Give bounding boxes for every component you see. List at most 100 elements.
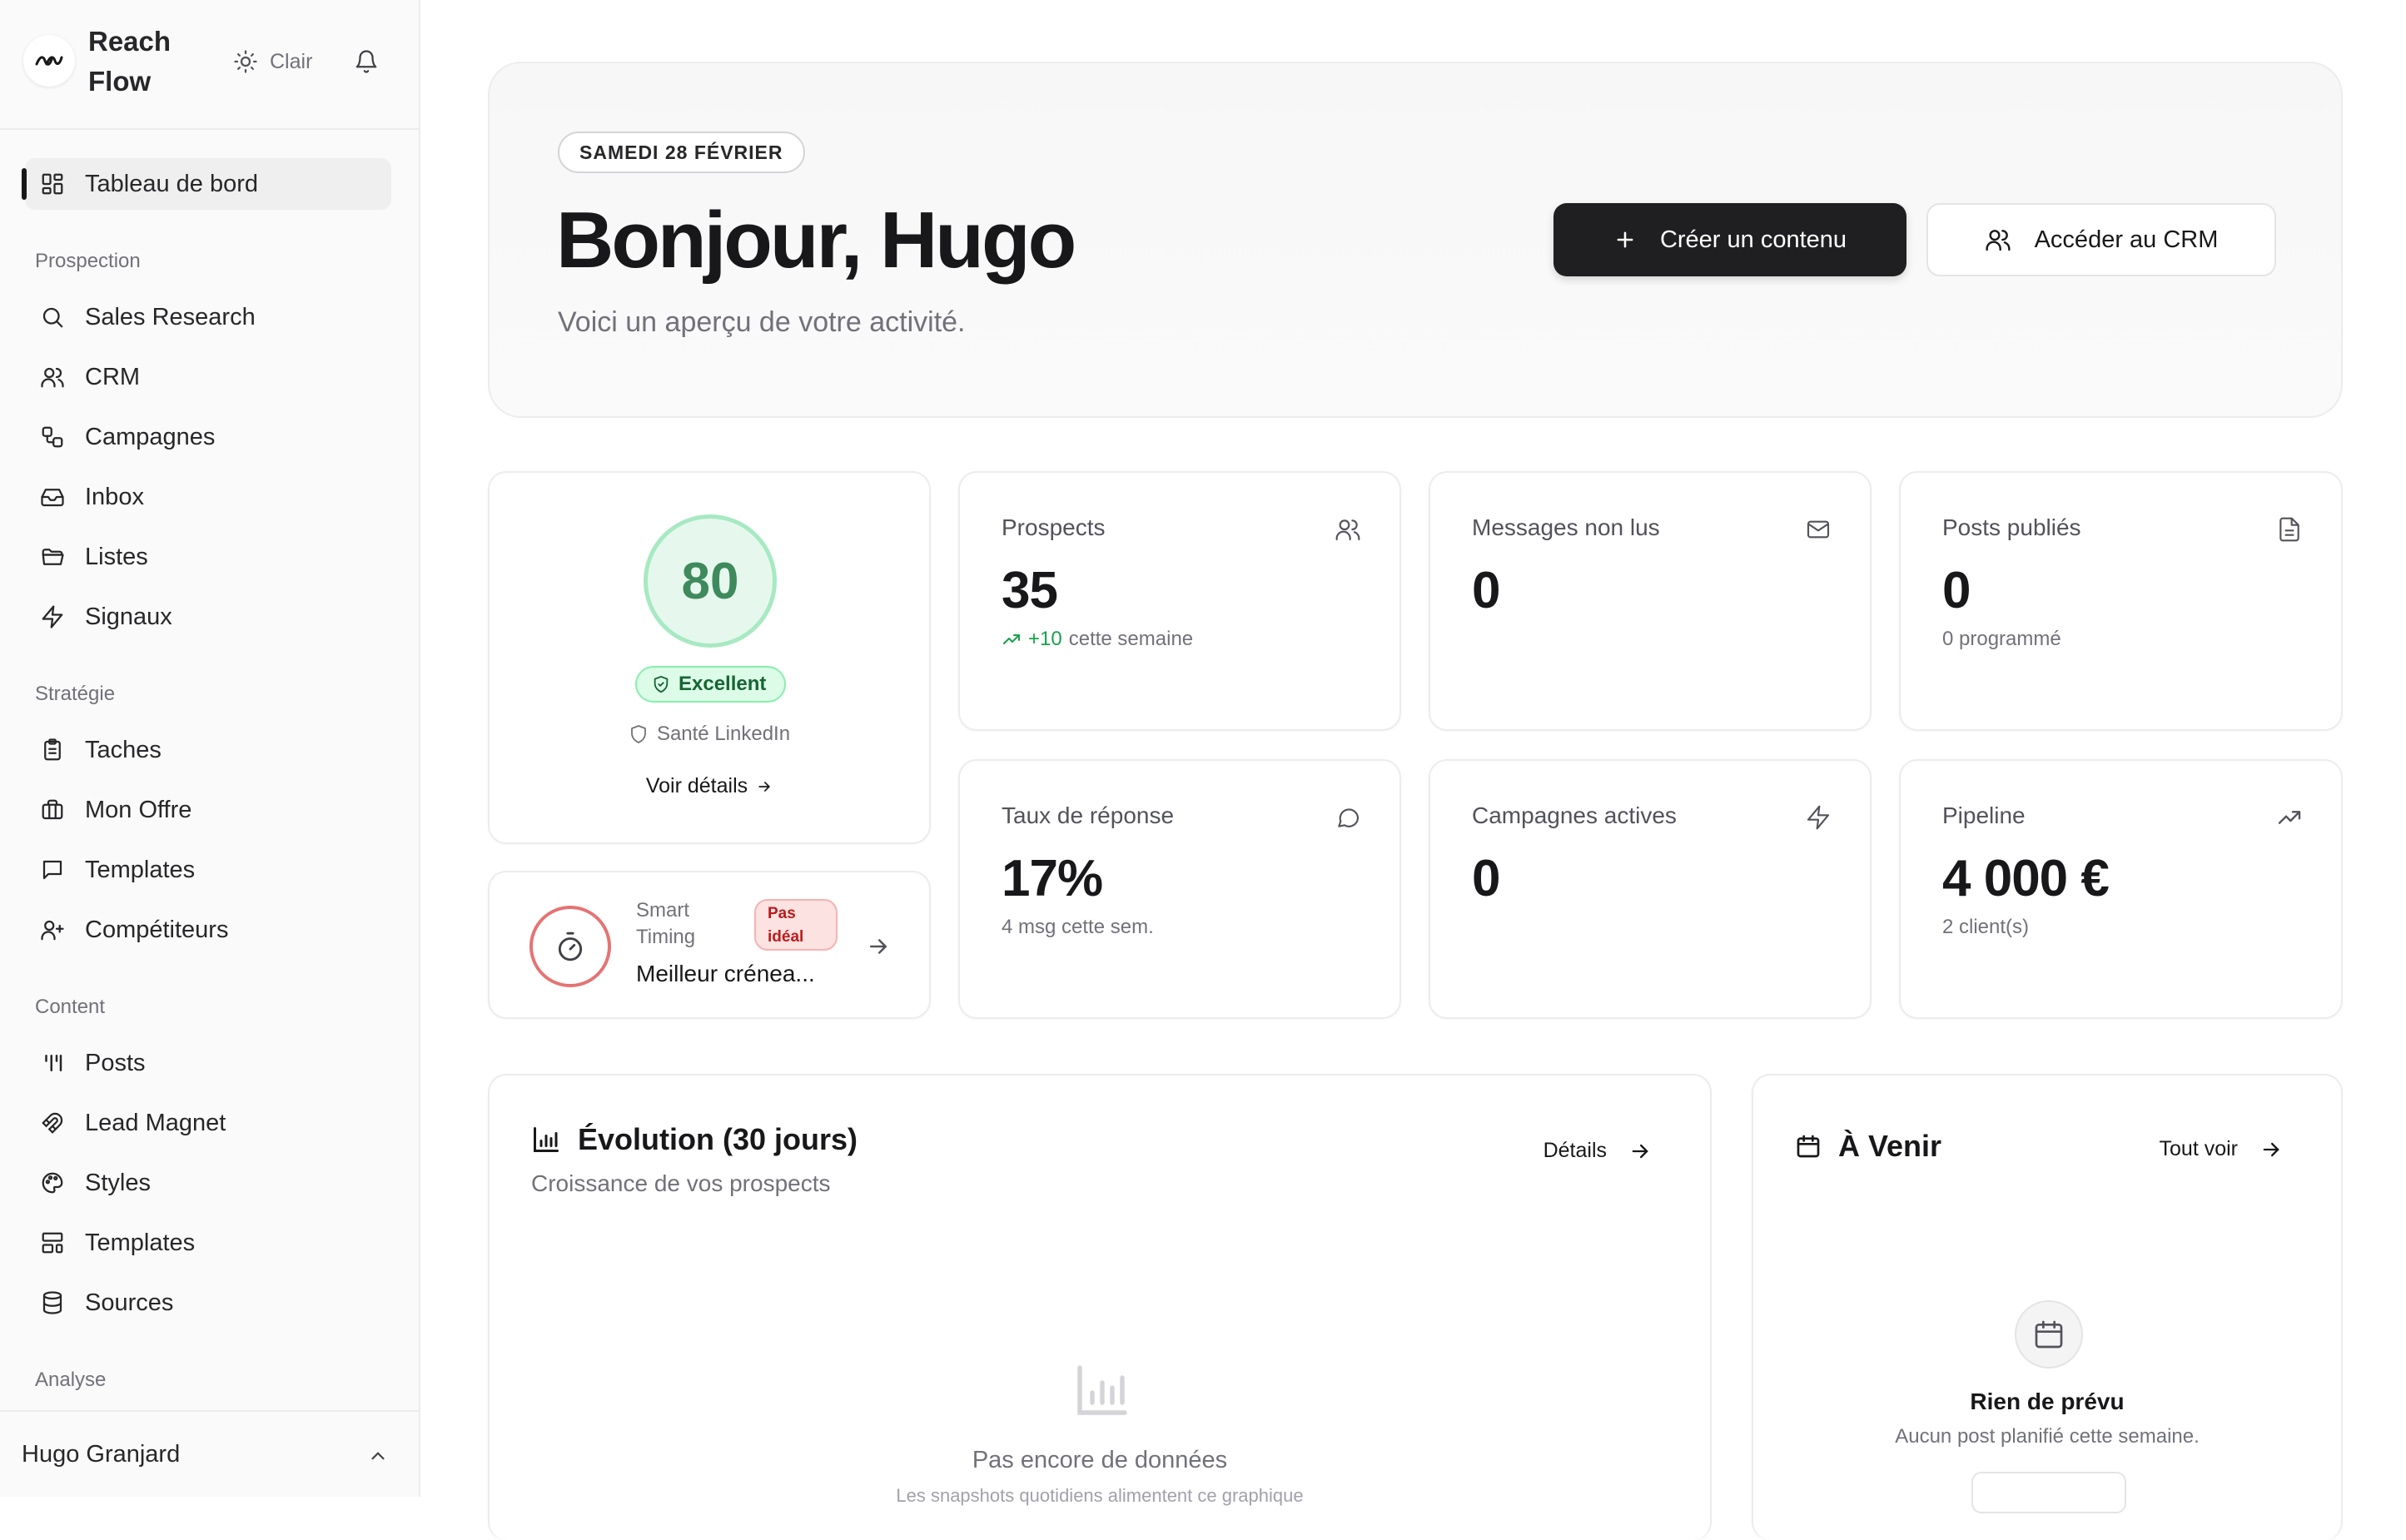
sidebar-item-label: Sources: [85, 1289, 174, 1316]
link-label: Détails: [1543, 1139, 1607, 1162]
sidebar-item-taches[interactable]: Taches: [25, 724, 391, 776]
sidebar-item-label: Taches: [85, 736, 162, 763]
link-label: Tout voir: [2159, 1137, 2238, 1160]
sidebar-item-posts[interactable]: Posts: [25, 1037, 391, 1089]
evolution-details-link[interactable]: Détails: [1544, 1139, 1652, 1163]
sidebar-item-sales-research[interactable]: Sales Research: [25, 291, 391, 343]
sidebar-item-label: Lead Magnet: [85, 1109, 226, 1136]
shield-icon: [631, 725, 646, 743]
sidebar-item-templates-content[interactable]: Templates: [25, 1217, 391, 1269]
view-details-link[interactable]: Voir détails: [490, 774, 929, 798]
stat-delta: +10: [1028, 628, 1062, 650]
sidebar-item-label: Inbox: [85, 483, 144, 510]
stat-sub: +10 cette semaine: [1002, 628, 1193, 651]
layout-template-icon: [42, 1232, 63, 1254]
create-content-button[interactable]: Créer un contenu: [1553, 203, 1906, 276]
sidebar-item-mon-offre[interactable]: Mon Offre: [25, 784, 391, 836]
create-post-button[interactable]: [1971, 1472, 2126, 1513]
magnet-icon: [42, 1112, 63, 1134]
sidebar-item-label: Tableau de bord: [85, 170, 258, 197]
sidebar-item-dashboard[interactable]: Tableau de bord: [22, 158, 391, 210]
sidebar-item-templates[interactable]: Templates: [25, 844, 391, 896]
stat-card-posts[interactable]: Posts publiés 0 0 programmé: [1899, 471, 2343, 731]
stat-sub: 4 msg cette sem.: [1002, 916, 1154, 939]
score-label: Santé LinkedIn: [490, 723, 929, 746]
theme-toggle[interactable]: Clair: [233, 43, 312, 80]
stat-value: 0: [1942, 562, 1971, 619]
sidebar: Reach Flow Clair Tableau de bord Prospec…: [0, 0, 420, 1497]
sidebar-item-campagnes[interactable]: Campagnes: [25, 411, 391, 463]
link-label: Voir détails: [645, 774, 748, 797]
sidebar-item-listes[interactable]: Listes: [25, 531, 391, 583]
section-label-prospection: Prospection: [35, 250, 141, 272]
timer-icon: [558, 931, 583, 961]
user-plus-icon: [41, 920, 64, 941]
empty-calendar: [2015, 1300, 2083, 1369]
evolution-subtitle: Croissance de vos prospects: [531, 1170, 831, 1196]
sidebar-item-signaux[interactable]: Signaux: [25, 591, 391, 643]
upcoming-title-text: À Venir: [1838, 1129, 1942, 1163]
stat-card-campaigns[interactable]: Campagnes actives 0: [1429, 759, 1872, 1019]
sidebar-item-label: Campagnes: [85, 423, 216, 450]
notifications-button[interactable]: [350, 43, 383, 80]
stat-sub: 0 programmé: [1942, 628, 2061, 651]
calendar-icon: [2035, 1320, 2063, 1349]
user-menu[interactable]: Hugo Granjard: [0, 1410, 420, 1497]
zap-icon: [42, 605, 63, 628]
smart-timing-card[interactable]: Smart Timing Pas idéal Meilleur crénea..…: [488, 871, 931, 1019]
workflow-icon: [42, 426, 63, 448]
message-circle-icon: [1338, 808, 1360, 827]
section-label-analyse: Analyse: [35, 1369, 107, 1391]
stat-card-reply-rate[interactable]: Taux de réponse 17% 4 msg cette sem.: [958, 759, 1401, 1019]
sun-icon: [234, 50, 257, 73]
plus-icon: [1617, 231, 1633, 248]
shield-check-icon: [654, 675, 669, 693]
section-label-content: Content: [35, 996, 106, 1018]
badge-label: Excellent: [679, 673, 767, 695]
users-icon: [1335, 519, 1360, 541]
arrow-right-icon[interactable]: [866, 934, 891, 959]
sidebar-item-label: Styles: [85, 1169, 151, 1196]
sidebar-item-inbox[interactable]: Inbox: [25, 471, 391, 523]
stat-sub: 2 client(s): [1942, 916, 2029, 939]
score-label-text: Santé LinkedIn: [656, 723, 791, 745]
arrow-right-icon: [2263, 1142, 2279, 1156]
file-text-icon: [2279, 517, 2299, 542]
logo[interactable]: [23, 35, 75, 87]
stat-label: Posts publiés: [1942, 514, 2081, 540]
bell-icon: [355, 50, 377, 73]
stat-value: 0: [1472, 850, 1500, 907]
stat-card-prospects[interactable]: Prospects 35 +10 cette semaine: [958, 471, 1401, 731]
stat-label: Campagnes actives: [1472, 802, 1677, 828]
timing-label: Smart Timing: [636, 899, 696, 948]
sidebar-item-label: Listes: [85, 543, 148, 570]
page-subtitle: Voici un aperçu de votre activité.: [558, 306, 966, 338]
empty-state-subtitle: Les snapshots quotidiens alimentent ce g…: [896, 1485, 1304, 1506]
dashboard-icon: [42, 173, 63, 195]
upcoming-title: À Venir: [1795, 1129, 1941, 1164]
see-all-link[interactable]: Tout voir: [2160, 1137, 2283, 1161]
timing-value: Meilleur crénea...: [636, 961, 815, 986]
sidebar-item-lead-magnet[interactable]: Lead Magnet: [25, 1097, 391, 1149]
stat-sub-text: 4 msg cette sem.: [1002, 916, 1154, 938]
user-name: Hugo Granjard: [22, 1440, 181, 1468]
stat-label: Taux de réponse: [1002, 802, 1175, 828]
sidebar-item-label: CRM: [85, 363, 141, 390]
stat-value: 17%: [1002, 850, 1103, 907]
button-label: Accéder au CRM: [2034, 226, 2219, 253]
arrow-right-icon: [1632, 1144, 1648, 1158]
welcome-hero: SAMEDI 28 FÉVRIER Bonjour, Hugo Voici un…: [488, 62, 2343, 418]
stat-value: 35: [1002, 562, 1058, 619]
stat-value: 4 000 €: [1942, 850, 2110, 907]
stat-card-pipeline[interactable]: Pipeline 4 000 € 2 client(s): [1899, 759, 2343, 1019]
stat-value: 0: [1472, 562, 1500, 619]
stat-card-messages[interactable]: Messages non lus 0: [1429, 471, 1872, 731]
arrow-right-icon: [758, 781, 771, 792]
sidebar-item-crm[interactable]: CRM: [25, 351, 391, 403]
sidebar-item-sources[interactable]: Sources: [25, 1277, 391, 1329]
users-icon: [1986, 230, 2011, 251]
open-crm-button[interactable]: Accéder au CRM: [1926, 203, 2276, 276]
sidebar-item-competiteurs[interactable]: Compétiteurs: [25, 904, 391, 956]
score-status-badge: Excellent: [635, 666, 787, 703]
sidebar-item-styles[interactable]: Styles: [25, 1157, 391, 1209]
